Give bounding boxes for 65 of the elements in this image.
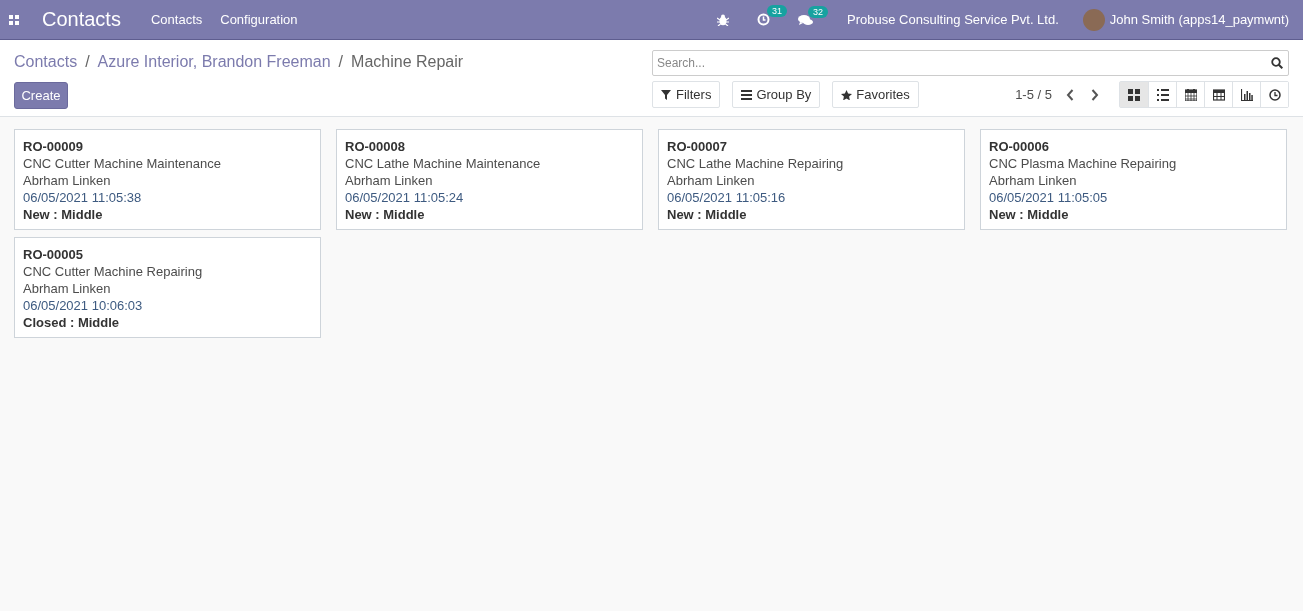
card-date: 06/05/2021 11:05:05: [989, 189, 1109, 206]
breadcrumb-current: Machine Repair: [351, 53, 464, 71]
breadcrumb-link[interactable]: Contacts: [14, 53, 78, 71]
group-by-button[interactable]: Group By: [732, 81, 821, 108]
card-stage: Closed : Middle: [23, 314, 121, 331]
menu-item[interactable]: Configuration: [220, 12, 298, 27]
kanban-card[interactable]: RO-00005 CNC Cutter Machine Repairing Abrham Linken 06/05/2021 10:06:03 Closed : Middle: [14, 237, 321, 338]
kanban-card[interactable]: RO-00007 CNC Lathe Machine Repairing Abrham Linken 06/05/2021 11:05:16 New : Middle: [658, 129, 965, 230]
notification-badge: 32: [808, 5, 829, 18]
user-name[interactable]: John Smith (apps14_paymwnt): [1109, 12, 1289, 27]
card-customer: Abrham Linken: [667, 172, 756, 189]
previous-icon: [1066, 88, 1074, 101]
card-customer: Abrham Linken: [23, 280, 112, 297]
company-name[interactable]: Probuse Consulting Service Pvt. Ltd.: [847, 12, 1059, 27]
bug-icon: [717, 13, 730, 26]
kanban-card[interactable]: RO-00008 CNC Lathe Machine Maintenance Abrham Linken 06/05/2021 11:05:24 New : Middle: [336, 129, 643, 230]
card-subject: CNC Cutter Machine Repairing: [23, 263, 204, 280]
pager-text: 1-5 / 5: [1015, 87, 1052, 102]
chat-bubbles-icon: [798, 13, 814, 26]
card-stage: New : Middle: [345, 206, 426, 223]
card-reference: RO-00009: [23, 138, 84, 155]
card-customer: Abrham Linken: [345, 172, 434, 189]
card-stage: New : Middle: [989, 206, 1070, 223]
kanban-card[interactable]: RO-00006 CNC Plasma Machine Repairing Abrham Linken 06/05/2021 11:05:05 New : Middle: [980, 129, 1287, 230]
view-switch-button[interactable]: [1120, 82, 1148, 107]
menu-item[interactable]: Contacts: [150, 12, 203, 27]
card-date: 06/05/2021 11:05:24: [345, 189, 465, 206]
list-view-icon: [1156, 88, 1169, 101]
breadcrumb-link[interactable]: Azure Interior, Brandon Freeman: [97, 53, 331, 71]
card-subject: CNC Lathe Machine Repairing: [667, 155, 845, 172]
bar-chart-icon: [1240, 88, 1253, 101]
view-switch-button[interactable]: [1260, 82, 1288, 107]
card-subject: CNC Cutter Machine Maintenance: [23, 155, 222, 172]
card-customer: Abrham Linken: [23, 172, 112, 189]
filters-button[interactable]: Filters: [652, 81, 721, 108]
card-reference: RO-00008: [345, 138, 406, 155]
filter-icon: [661, 89, 672, 100]
card-reference: RO-00006: [989, 138, 1050, 155]
kanban-view-icon: [1128, 88, 1140, 101]
clock-icon: [757, 13, 771, 26]
card-stage: New : Middle: [667, 206, 748, 223]
table-icon: [1212, 88, 1225, 101]
calendar-icon: [1184, 88, 1197, 101]
clock-icon: [1268, 88, 1281, 101]
card-date: 06/05/2021 11:05:38: [23, 189, 143, 206]
card-date: 06/05/2021 11:05:16: [667, 189, 787, 206]
card-subject: CNC Lathe Machine Maintenance: [345, 155, 542, 172]
search-field[interactable]: Search...: [652, 50, 1289, 76]
card-reference: RO-00007: [667, 138, 728, 155]
card-customer: Abrham Linken: [989, 172, 1078, 189]
breadcrumb-separator: /: [338, 53, 344, 71]
app-title: Contacts: [42, 8, 121, 31]
breadcrumb-separator: /: [85, 53, 90, 71]
notification-badge: 31: [767, 5, 788, 17]
card-reference: RO-00005: [23, 246, 84, 263]
favorites-button[interactable]: Favorites: [832, 81, 919, 108]
create-button[interactable]: Create: [14, 82, 68, 109]
card-subject: CNC Plasma Machine Repairing: [989, 155, 1178, 172]
kanban-card[interactable]: RO-00009 CNC Cutter Machine Maintenance Abrham Linken 06/05/2021 11:05:38 New : Middle: [14, 129, 321, 230]
card-date: 06/05/2021 10:06:03: [23, 297, 144, 314]
star-icon: [841, 89, 853, 100]
bars-icon: [741, 89, 753, 100]
card-stage: New : Middle: [23, 206, 104, 223]
search-icon: [1271, 57, 1283, 69]
next-icon: [1091, 88, 1099, 101]
